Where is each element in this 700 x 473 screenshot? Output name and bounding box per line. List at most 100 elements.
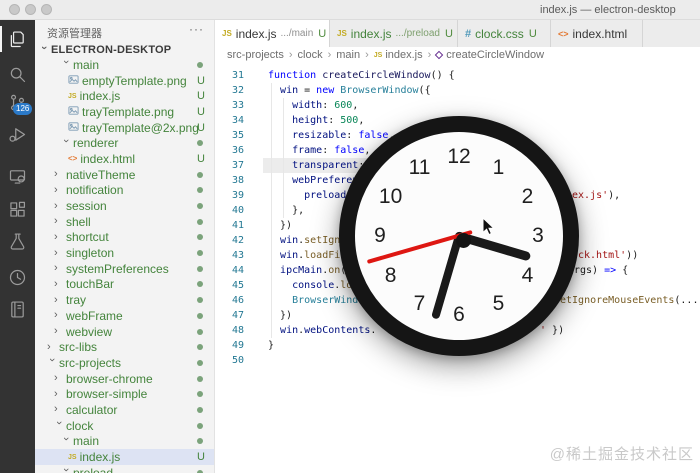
file-label: index.js xyxy=(80,450,121,464)
tree-item-tray[interactable]: ›tray xyxy=(35,292,215,308)
vscode-window: index.js — electron-desktop 126 资源管理器 ··… xyxy=(0,0,700,473)
clock-number-2: 2 xyxy=(522,185,534,209)
git-modified-dot xyxy=(197,187,203,193)
tab-label: clock.css xyxy=(475,27,524,41)
tab-index.js-preload[interactable]: JSindex.js.../preloadU xyxy=(330,20,458,47)
breadcrumb-index.js[interactable]: JSindex.js xyxy=(374,49,423,61)
tree-item-shortcut[interactable]: ›shortcut xyxy=(35,230,215,246)
tree-item-main[interactable]: ›main xyxy=(35,434,215,450)
line-number: 38 xyxy=(215,173,244,188)
tree-item-preload[interactable]: ›preload xyxy=(35,465,215,473)
chevron-right-icon: › xyxy=(54,296,63,305)
minimize-window-button[interactable] xyxy=(25,4,36,15)
chevron-down-icon: › xyxy=(61,468,70,473)
analog-clock-window[interactable]: 121234567891011 xyxy=(339,116,579,356)
chevron-right-icon: › xyxy=(54,280,63,289)
tree-item-src-projects[interactable]: ›src-projects xyxy=(35,355,215,371)
sidebar-actions-icon[interactable]: ··· xyxy=(189,22,204,36)
git-untracked-badge: U xyxy=(197,451,205,463)
tree-item-touchBar[interactable]: ›touchBar xyxy=(35,277,215,293)
tree-item-nativeTheme[interactable]: ›nativeTheme xyxy=(35,167,215,183)
breadcrumb-separator: › xyxy=(428,49,432,61)
workspace-section-header[interactable]: › ELECTRON-DESKTOP xyxy=(35,42,215,58)
breadcrumb: src-projects›clock›main›JSindex.js›creat… xyxy=(215,47,700,63)
line-number: 44 xyxy=(215,263,244,278)
tree-item-clock[interactable]: ›clock xyxy=(35,418,215,434)
js-file-icon: JS xyxy=(374,52,383,59)
tree-item-trayTemplate@2x.png[interactable]: trayTemplate@2x.pngU xyxy=(35,120,215,136)
clock-number-11: 11 xyxy=(409,156,431,180)
window-title: index.js — electron-desktop xyxy=(540,4,676,16)
chevron-down-icon: › xyxy=(61,60,70,69)
tree-item-renderer[interactable]: ›renderer xyxy=(35,135,215,151)
search-icon[interactable] xyxy=(0,59,35,89)
tree-item-index.html[interactable]: <>index.htmlU xyxy=(35,151,215,167)
timeline-icon[interactable] xyxy=(0,262,35,292)
close-window-button[interactable] xyxy=(9,4,20,15)
tree-item-systemPreferences[interactable]: ›systemPreferences xyxy=(35,261,215,277)
testing-icon[interactable] xyxy=(0,226,35,256)
remote-explorer-icon[interactable] xyxy=(0,161,35,191)
git-modified-dot xyxy=(197,423,203,429)
clock-number-1: 1 xyxy=(493,156,505,180)
image-file-icon xyxy=(68,121,79,135)
tree-item-singleton[interactable]: ›singleton xyxy=(35,245,215,261)
code-line-33[interactable]: 33 width: 600, xyxy=(215,98,700,113)
tree-item-session[interactable]: ›session xyxy=(35,198,215,214)
git-untracked-badge: U xyxy=(197,90,205,102)
tree-item-notification[interactable]: ›notification xyxy=(35,183,215,199)
js-file-icon: JS xyxy=(222,29,232,38)
chevron-right-icon: › xyxy=(54,170,63,179)
breadcrumb-main[interactable]: main xyxy=(336,49,360,61)
tree-item-src-libs[interactable]: ›src-libs xyxy=(35,339,215,355)
tree-item-browser-chrome[interactable]: ›browser-chrome xyxy=(35,371,215,387)
folder-label: webview xyxy=(66,325,112,339)
html-file-icon: <> xyxy=(558,29,569,39)
line-number: 40 xyxy=(215,203,244,218)
source-control-icon[interactable]: 126 xyxy=(0,87,35,117)
mouse-cursor-icon xyxy=(482,217,496,237)
breadcrumb-createCircleWindow[interactable]: createCircleWindow xyxy=(436,49,544,61)
folder-label: tray xyxy=(66,293,86,307)
tree-item-shell[interactable]: ›shell xyxy=(35,214,215,230)
folder-label: shell xyxy=(66,215,91,229)
clock-number-6: 6 xyxy=(453,303,465,327)
chevron-right-icon: › xyxy=(54,390,63,399)
breadcrumb-clock[interactable]: clock xyxy=(298,49,323,61)
chevron-right-icon: › xyxy=(54,186,63,195)
tree-item-browser-simple[interactable]: ›browser-simple xyxy=(35,386,215,402)
code-line-31[interactable]: 31function createCircleWindow() { xyxy=(215,68,700,83)
git-untracked-badge: U xyxy=(197,106,205,118)
file-label: trayTemplate@2x.png xyxy=(82,121,199,135)
tree-item-index.js[interactable]: JSindex.jsU xyxy=(35,449,215,465)
zoom-window-button[interactable] xyxy=(41,4,52,15)
tab-index.html[interactable]: <>index.html xyxy=(551,20,643,47)
tree-item-webview[interactable]: ›webview xyxy=(35,324,215,340)
tree-item-main[interactable]: ›main xyxy=(35,57,215,73)
folder-label: renderer xyxy=(73,136,118,150)
line-number: 47 xyxy=(215,308,244,323)
git-modified-dot xyxy=(197,266,203,272)
git-modified-dot xyxy=(197,360,203,366)
notebook-icon[interactable] xyxy=(0,294,35,324)
git-modified-dot xyxy=(197,407,203,413)
chevron-down-icon: › xyxy=(54,421,63,430)
tab-clock.css[interactable]: #clock.cssU xyxy=(458,20,551,47)
extensions-icon[interactable] xyxy=(0,194,35,224)
tree-item-emptyTemplate.png[interactable]: emptyTemplate.pngU xyxy=(35,73,215,89)
clock-hub xyxy=(456,233,471,248)
tree-item-index.js[interactable]: JSindex.jsU xyxy=(35,88,215,104)
tab-index.js-main[interactable]: JSindex.js.../mainU✕ xyxy=(215,20,330,47)
folder-label: touchBar xyxy=(66,277,114,291)
tree-item-calculator[interactable]: ›calculator xyxy=(35,402,215,418)
code-line-32[interactable]: 32 win = new BrowserWindow({ xyxy=(215,83,700,98)
breadcrumb-src-projects[interactable]: src-projects xyxy=(227,49,284,61)
run-debug-icon[interactable] xyxy=(0,119,35,149)
chevron-down-icon: › xyxy=(47,358,56,367)
file-label: trayTemplate.png xyxy=(82,105,174,119)
tree-item-webFrame[interactable]: ›webFrame xyxy=(35,308,215,324)
css-file-icon: # xyxy=(465,28,471,40)
explorer-icon[interactable] xyxy=(0,24,35,54)
tree-item-trayTemplate.png[interactable]: trayTemplate.png U xyxy=(35,104,215,120)
file-label: emptyTemplate.png xyxy=(82,74,187,88)
